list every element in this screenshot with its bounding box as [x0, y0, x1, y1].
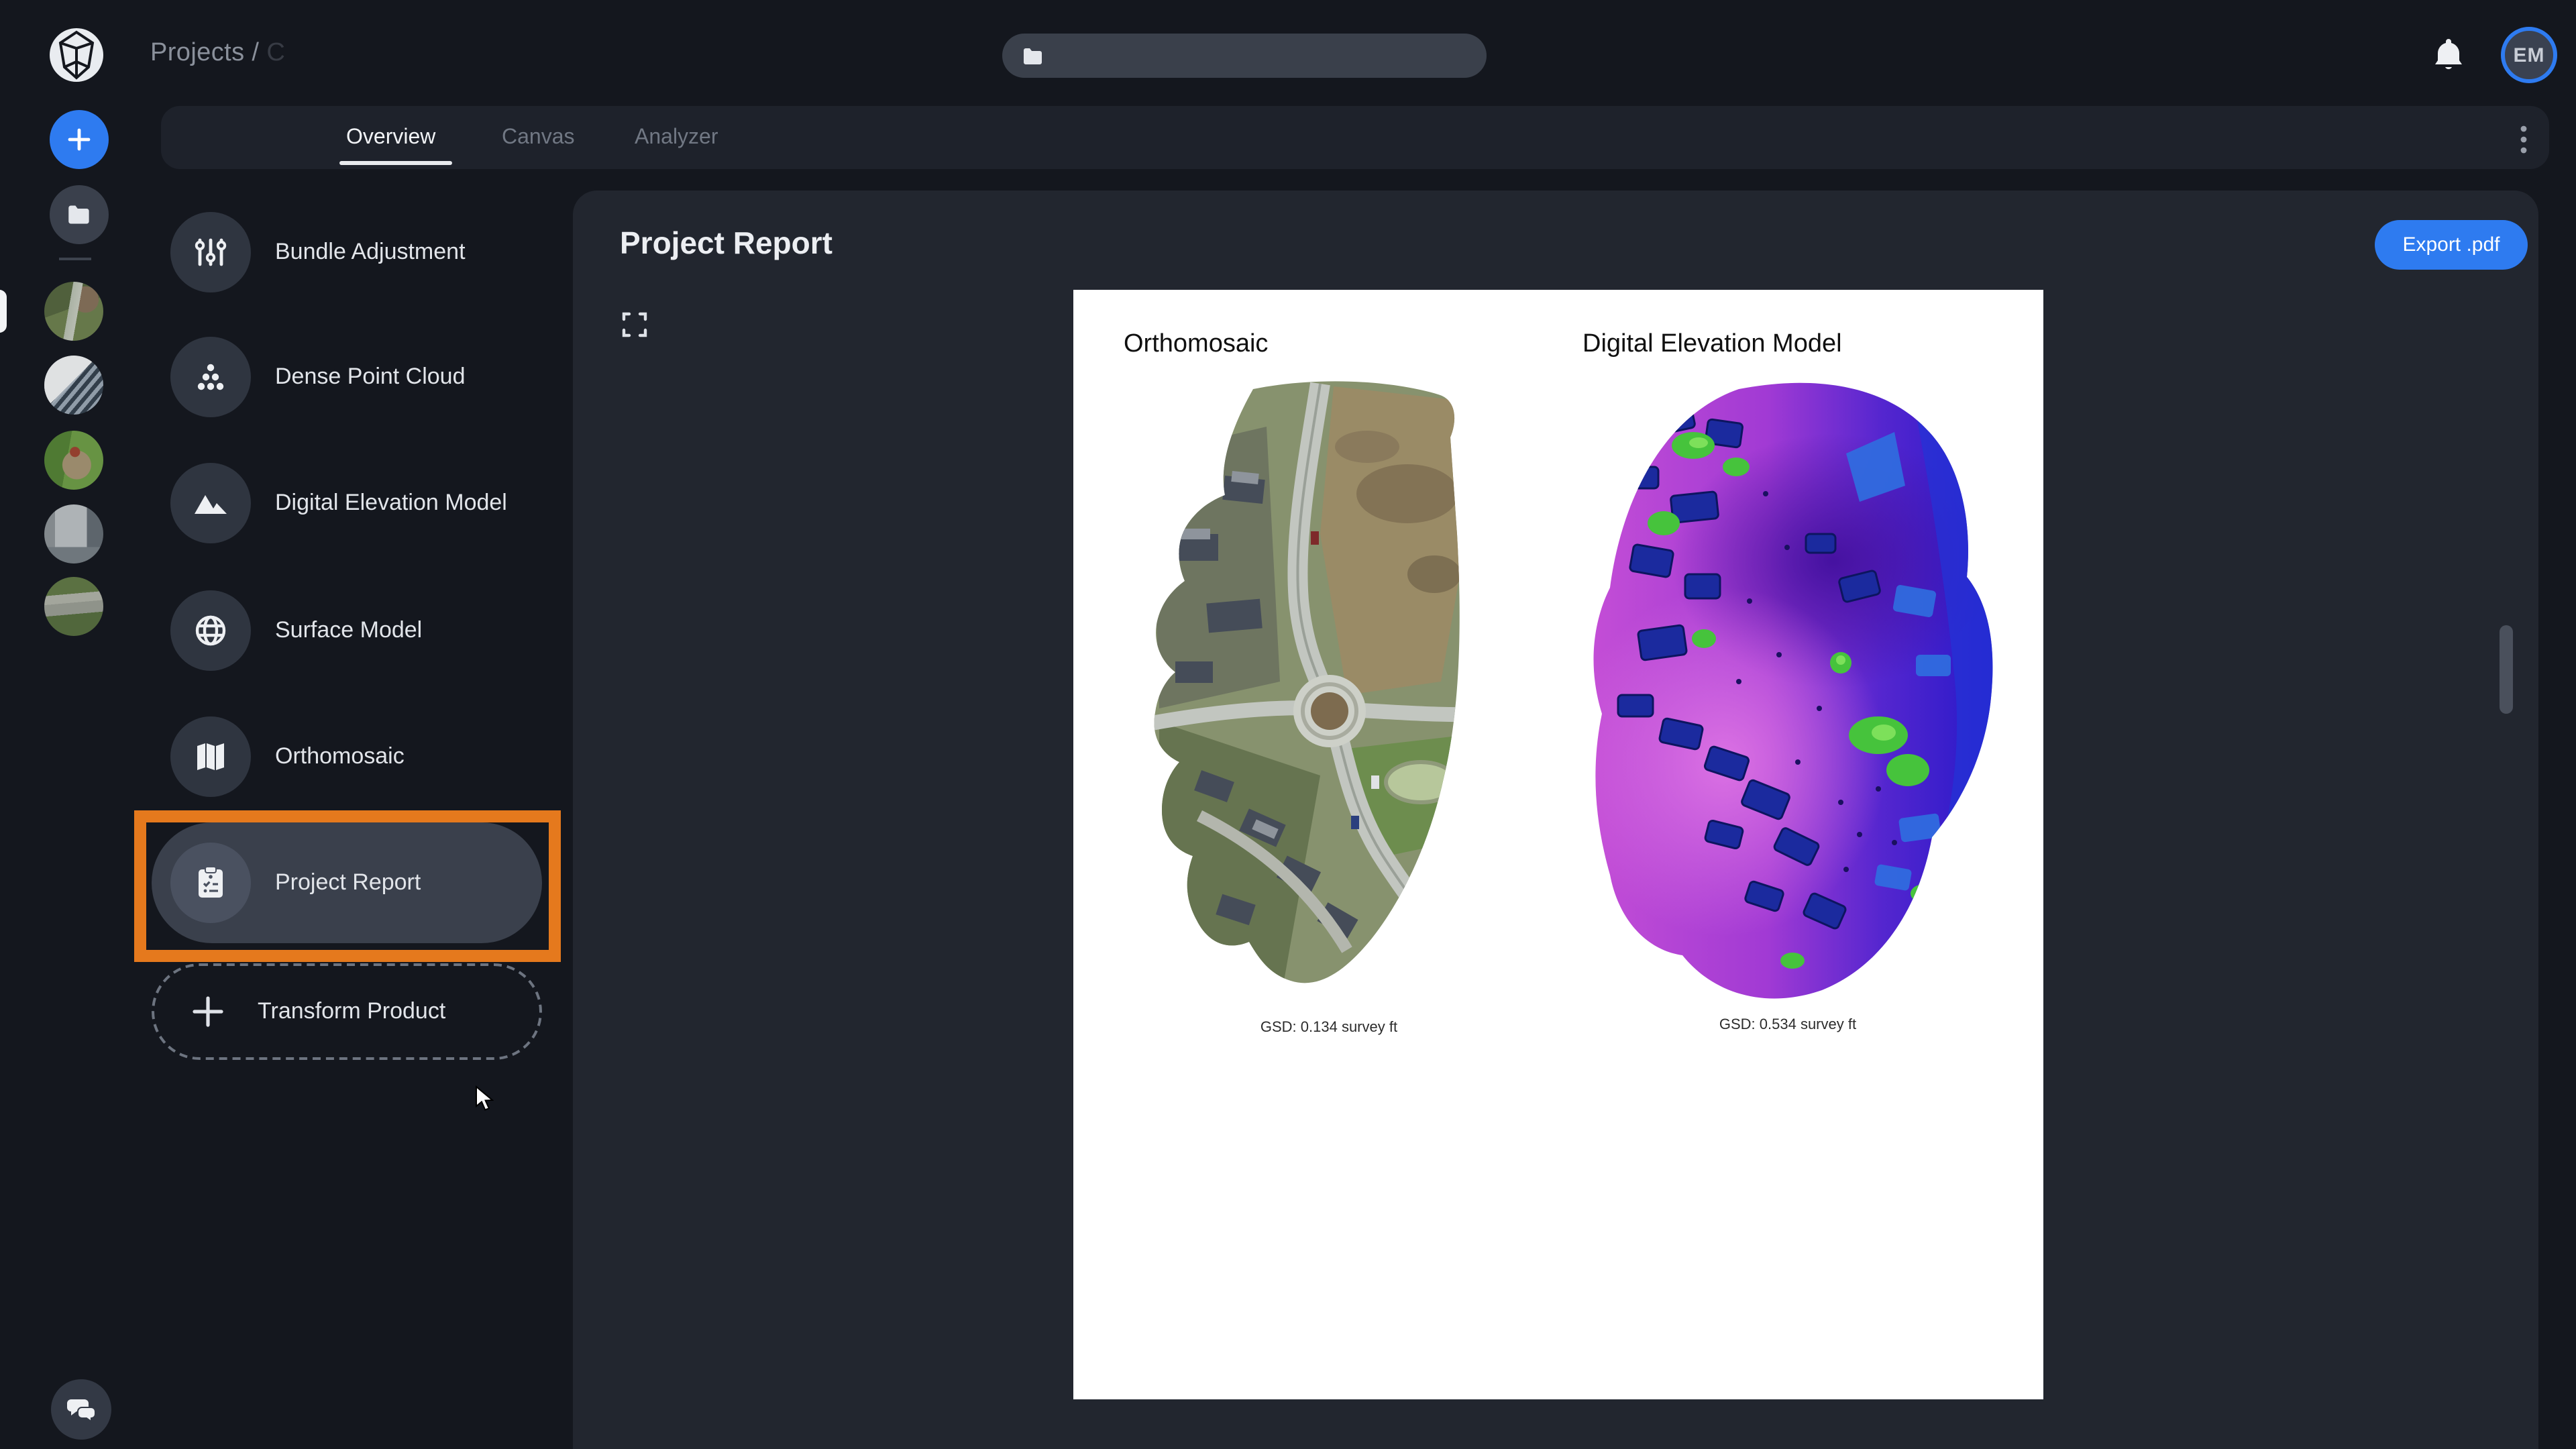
transform-product-button[interactable]: Transform Product	[152, 963, 542, 1060]
report-section-dem: Digital Elevation Model	[1566, 330, 2009, 1399]
map-icon	[170, 716, 251, 797]
sidebar-item-label: Dense Point Cloud	[275, 364, 466, 390]
sliders-icon	[170, 212, 251, 292]
tab-canvas[interactable]: Canvas	[502, 106, 575, 169]
orthomosaic-image	[1118, 373, 1540, 1012]
breadcrumb[interactable]: Projects / C	[150, 39, 285, 68]
sidebar-item-label: Project Report	[275, 869, 421, 896]
gsd-caption: GSD: 0.534 survey ft	[1719, 1017, 1856, 1033]
scrollbar-thumb[interactable]	[2500, 625, 2513, 714]
sidebar-item-surface-model[interactable]: Surface Model	[170, 590, 422, 671]
export-pdf-button[interactable]: Export .pdf	[2375, 220, 2528, 270]
clipboard-icon	[170, 843, 251, 923]
avatar-initials: EM	[2514, 44, 2545, 66]
folder-icon	[67, 204, 91, 225]
sidebar-item-bundle-adjustment[interactable]: Bundle Adjustment	[170, 212, 466, 292]
sidebar-item-label: Surface Model	[275, 617, 422, 644]
plus-icon	[191, 994, 225, 1029]
app-logo-icon[interactable]	[48, 27, 105, 83]
globe-icon	[170, 590, 251, 671]
fullscreen-icon[interactable]	[621, 311, 648, 338]
transform-product-label: Transform Product	[258, 998, 445, 1025]
more-options-kebab-icon[interactable]	[2512, 123, 2536, 156]
sidebar-item-dense-point-cloud[interactable]: Dense Point Cloud	[170, 337, 466, 417]
active-project-indicator	[0, 290, 7, 333]
tab-bar: Overview Canvas Analyzer	[161, 106, 2549, 169]
sidebar-item-label: Orthomosaic	[275, 743, 405, 770]
section-title: Digital Elevation Model	[1582, 330, 1842, 360]
tab-canvas-label: Canvas	[502, 125, 575, 150]
gsd-caption: GSD: 0.134 survey ft	[1260, 1020, 1397, 1036]
mountains-icon	[170, 463, 251, 543]
report-page: Orthomosaic	[1073, 290, 2043, 1399]
projects-folder-button[interactable]	[50, 185, 109, 244]
tab-analyzer[interactable]: Analyzer	[635, 106, 718, 169]
notifications-bell-icon[interactable]	[2431, 36, 2466, 74]
sidebar-item-digital-elevation-model[interactable]: Digital Elevation Model	[170, 463, 507, 543]
plus-icon	[66, 126, 93, 153]
project-thumbnail-3[interactable]	[44, 431, 103, 490]
page-title: Project Report	[620, 225, 833, 262]
tab-overview[interactable]: Overview	[346, 106, 435, 169]
point-cloud-icon	[170, 337, 251, 417]
project-thumbnail-4[interactable]	[44, 504, 103, 564]
active-tab-underline	[339, 161, 452, 165]
project-thumbnail-1[interactable]	[44, 282, 103, 341]
app-root: Projects / C EM Overview Canvas Analyzer	[0, 0, 2576, 1449]
dem-image	[1577, 373, 1998, 1009]
sidebar-item-orthomosaic[interactable]: Orthomosaic	[170, 716, 405, 797]
mouse-cursor	[475, 1085, 494, 1112]
project-thumbnail-2[interactable]	[44, 356, 103, 415]
tab-overview-label: Overview	[346, 125, 435, 150]
rail-divider	[59, 258, 91, 260]
project-search-bar[interactable]	[1002, 34, 1487, 78]
chat-bubbles-icon	[65, 1396, 97, 1423]
project-thumbnail-5[interactable]	[44, 577, 103, 636]
sidebar-item-label: Bundle Adjustment	[275, 239, 466, 266]
report-panel: Project Report Export .pdf Orthomosaic	[573, 191, 2538, 1449]
breadcrumb-faded-text: C	[266, 39, 285, 67]
folder-icon	[1022, 46, 1044, 65]
new-project-button[interactable]	[50, 110, 109, 169]
tab-analyzer-label: Analyzer	[635, 125, 718, 150]
report-section-orthomosaic: Orthomosaic	[1108, 330, 1550, 1399]
support-chat-button[interactable]	[51, 1379, 111, 1440]
sidebar-item-project-report[interactable]: Project Report	[170, 843, 421, 923]
breadcrumb-text: Projects /	[150, 39, 259, 67]
sidebar-item-label: Digital Elevation Model	[275, 490, 507, 517]
avatar[interactable]: EM	[2501, 27, 2557, 83]
section-title: Orthomosaic	[1124, 330, 1268, 360]
